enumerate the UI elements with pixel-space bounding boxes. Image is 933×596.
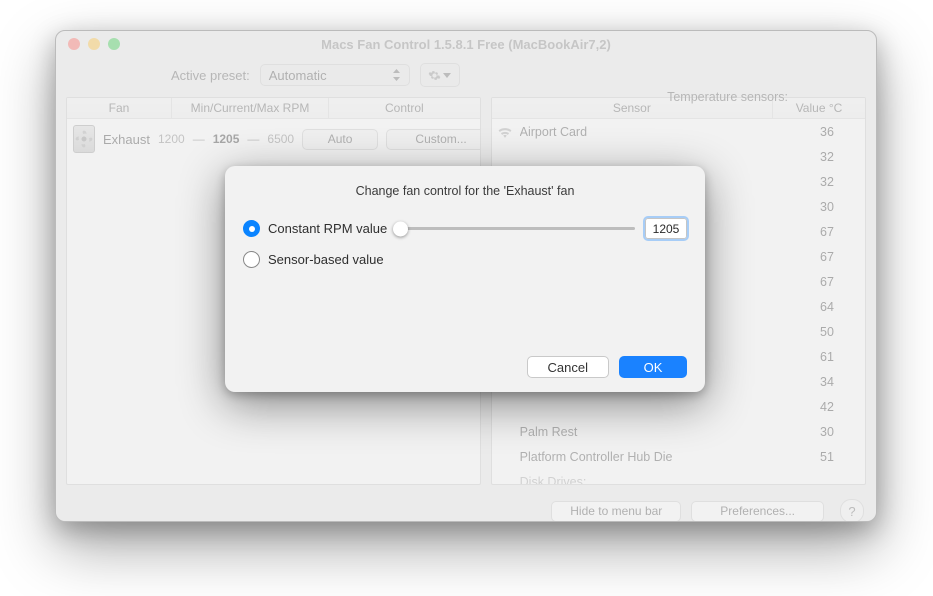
radio-sensor[interactable] [243,251,260,268]
fan-control-dialog: Change fan control for the 'Exhaust' fan… [225,166,705,392]
option-constant-row: Constant RPM value 1205 [243,218,687,239]
rpm-slider[interactable] [397,227,635,230]
option-constant-label: Constant RPM value [268,221,387,236]
dialog-title: Change fan control for the 'Exhaust' fan [243,184,687,198]
rpm-slider-wrap: 1205 [397,218,687,239]
cancel-button[interactable]: Cancel [527,356,609,378]
option-sensor-label: Sensor-based value [268,252,384,267]
option-sensor-row: Sensor-based value [243,251,687,268]
rpm-value-input[interactable]: 1205 [645,218,687,239]
dialog-footer: Cancel OK [243,356,687,378]
slider-thumb-icon[interactable] [393,221,408,236]
ok-button[interactable]: OK [619,356,687,378]
radio-constant[interactable] [243,220,260,237]
